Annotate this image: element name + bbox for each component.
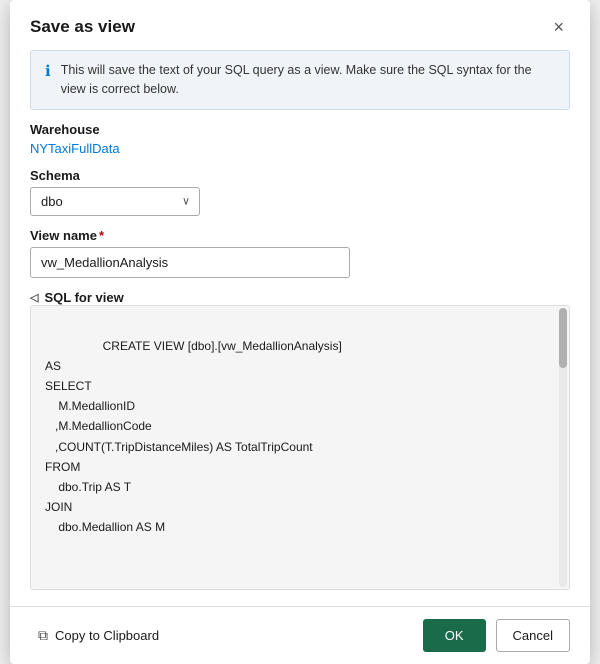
- scrollbar-track[interactable]: [559, 308, 567, 587]
- scrollbar-thumb[interactable]: [559, 308, 567, 368]
- copy-label: Copy to Clipboard: [55, 628, 159, 643]
- footer-actions: OK Cancel: [423, 619, 570, 652]
- cancel-button[interactable]: Cancel: [496, 619, 570, 652]
- schema-label: Schema: [30, 168, 570, 183]
- dialog-body: ℹ This will save the text of your SQL qu…: [10, 50, 590, 606]
- sql-code-text: CREATE VIEW [dbo].[vw_MedallionAnalysis]…: [45, 339, 342, 535]
- schema-section: Schema dbo ∨: [30, 168, 570, 216]
- sql-code-box: CREATE VIEW [dbo].[vw_MedallionAnalysis]…: [30, 305, 570, 590]
- dialog-footer: ⧉ Copy to Clipboard OK Cancel: [10, 606, 590, 664]
- save-as-view-dialog: Save as view × ℹ This will save the text…: [10, 0, 590, 664]
- warehouse-value[interactable]: NYTaxiFullData: [30, 141, 570, 156]
- schema-select[interactable]: dbo: [30, 187, 200, 216]
- sql-section-header[interactable]: ◁ SQL for view: [30, 290, 570, 305]
- copy-icon: ⧉: [38, 627, 48, 644]
- schema-select-wrapper: dbo ∨: [30, 187, 200, 216]
- dialog-header: Save as view ×: [10, 0, 590, 50]
- ok-button[interactable]: OK: [423, 619, 486, 652]
- info-banner: ℹ This will save the text of your SQL qu…: [30, 50, 570, 110]
- collapse-icon: ◁: [30, 291, 38, 304]
- required-mark: *: [99, 228, 104, 243]
- sql-section-label: SQL for view: [44, 290, 123, 305]
- view-name-input[interactable]: [30, 247, 350, 278]
- view-name-section: View name*: [30, 228, 570, 278]
- info-banner-text: This will save the text of your SQL quer…: [61, 61, 555, 99]
- sql-section: ◁ SQL for view CREATE VIEW [dbo].[vw_Med…: [30, 290, 570, 590]
- copy-to-clipboard-button[interactable]: ⧉ Copy to Clipboard: [30, 621, 167, 650]
- warehouse-section: Warehouse NYTaxiFullData: [30, 122, 570, 156]
- view-name-label: View name*: [30, 228, 570, 243]
- info-icon: ℹ: [45, 62, 51, 80]
- warehouse-label: Warehouse: [30, 122, 570, 137]
- close-button[interactable]: ×: [547, 16, 570, 38]
- dialog-title: Save as view: [30, 17, 135, 37]
